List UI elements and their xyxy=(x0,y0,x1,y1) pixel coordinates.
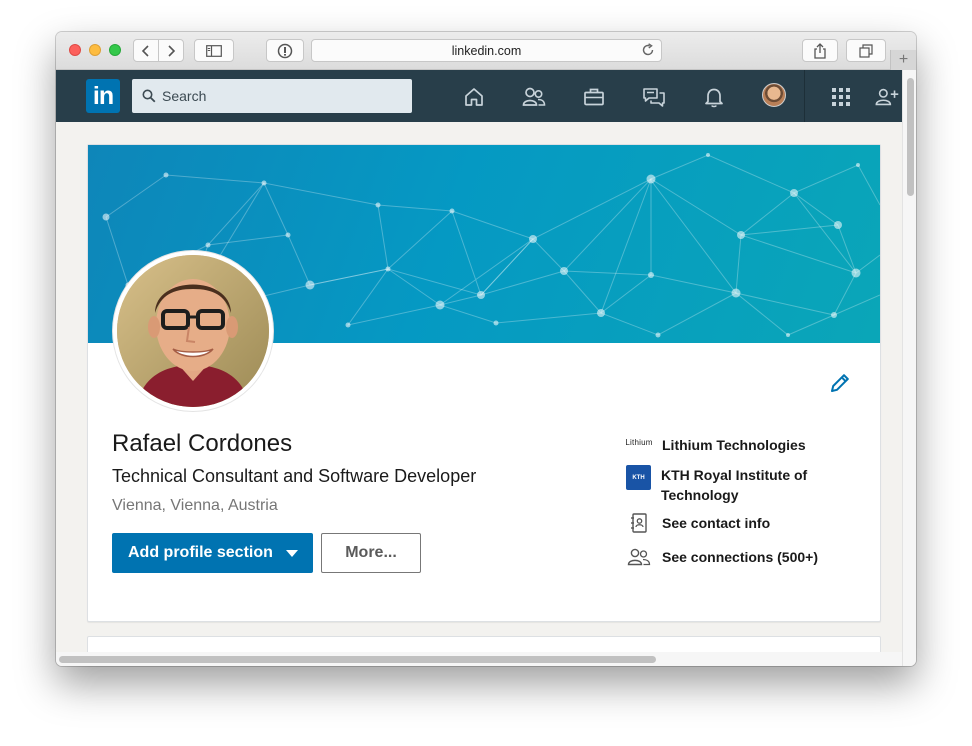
add-profile-section-button[interactable]: Add profile section xyxy=(112,533,313,573)
edit-pencil-icon[interactable] xyxy=(828,371,852,395)
contact-info-link[interactable]: See contact info xyxy=(626,513,770,533)
browser-toolbar: linkedin.com + xyxy=(56,32,916,70)
vertical-scroll-thumb[interactable] xyxy=(907,78,914,196)
profile-location: Vienna, Vienna, Austria xyxy=(112,497,278,514)
apps-nav-button[interactable] xyxy=(828,84,854,110)
search-placeholder: Search xyxy=(162,88,207,104)
contact-card-icon xyxy=(631,513,647,533)
connections-link[interactable]: See connections (500+) xyxy=(626,547,818,567)
school-link[interactable]: KTH KTH Royal Institute of Technology xyxy=(626,465,836,505)
me-avatar[interactable] xyxy=(762,83,786,107)
chevron-down-icon xyxy=(286,550,298,557)
home-nav-button[interactable] xyxy=(461,84,487,110)
add-profile-section-label: Add profile section xyxy=(128,544,273,561)
close-window-button[interactable] xyxy=(69,44,81,56)
search-icon xyxy=(142,89,156,103)
profile-name: Rafael Cordones xyxy=(112,430,293,457)
apps-grid-icon xyxy=(832,88,850,106)
lithium-logo: Lithium xyxy=(625,438,653,447)
contact-info-label: See contact info xyxy=(662,515,771,531)
address-bar[interactable]: linkedin.com xyxy=(311,39,662,62)
horizontal-scroll-thumb[interactable] xyxy=(59,656,656,663)
messaging-icon xyxy=(643,88,665,107)
company-label: Lithium Technologies xyxy=(662,437,806,453)
messaging-nav-button[interactable] xyxy=(641,84,667,110)
share-button[interactable] xyxy=(802,39,838,62)
tabs-icon xyxy=(859,43,873,58)
back-button[interactable] xyxy=(133,39,159,62)
jobs-icon xyxy=(584,88,604,106)
vertical-scrollbar[interactable] xyxy=(902,70,916,666)
notifications-icon xyxy=(705,88,723,108)
sidebar-toggle-button[interactable] xyxy=(194,39,234,62)
share-icon xyxy=(814,42,826,59)
profile-headline: Technical Consultant and Software Develo… xyxy=(112,466,477,486)
more-label: More... xyxy=(345,544,397,561)
zoom-window-button[interactable] xyxy=(109,44,121,56)
minimize-window-button[interactable] xyxy=(89,44,101,56)
browser-window: linkedin.com + in Search Rafael Cordones… xyxy=(56,32,916,666)
add-person-icon xyxy=(875,88,899,106)
kth-logo: KTH xyxy=(626,465,651,490)
forward-icon xyxy=(168,44,176,57)
connections-icon xyxy=(627,548,651,566)
linkedin-nav-bar: in Search xyxy=(56,70,902,122)
home-icon xyxy=(465,88,483,106)
add-tab-button[interactable]: + xyxy=(890,50,916,70)
reader-icon xyxy=(277,43,293,58)
show-tabs-button[interactable] xyxy=(846,39,886,62)
url-text: linkedin.com xyxy=(451,43,522,58)
network-icon xyxy=(522,87,546,106)
notifications-nav-button[interactable] xyxy=(701,84,727,110)
more-button[interactable]: More... xyxy=(321,533,421,573)
company-link[interactable]: Lithium Lithium Technologies xyxy=(625,435,806,455)
horizontal-scrollbar[interactable] xyxy=(56,652,902,666)
search-input[interactable]: Search xyxy=(132,79,412,113)
forward-button[interactable] xyxy=(158,39,184,62)
sidebar-icon xyxy=(206,44,222,57)
connections-label: See connections (500+) xyxy=(662,549,819,565)
back-icon xyxy=(141,44,149,57)
school-label: KTH Royal Institute of Technology xyxy=(661,467,808,503)
add-connection-nav-button[interactable] xyxy=(874,84,902,110)
network-nav-button[interactable] xyxy=(521,84,547,110)
profile-card: Rafael Cordones Technical Consultant and… xyxy=(87,144,881,622)
profile-portrait-graphic xyxy=(117,255,269,407)
jobs-nav-button[interactable] xyxy=(581,84,607,110)
add-tab-icon: + xyxy=(898,51,909,68)
linkedin-logo[interactable]: in xyxy=(86,79,120,113)
nav-divider xyxy=(804,70,805,122)
profile-photo[interactable] xyxy=(113,251,273,411)
reload-icon[interactable] xyxy=(641,43,655,57)
reader-button[interactable] xyxy=(266,39,304,62)
